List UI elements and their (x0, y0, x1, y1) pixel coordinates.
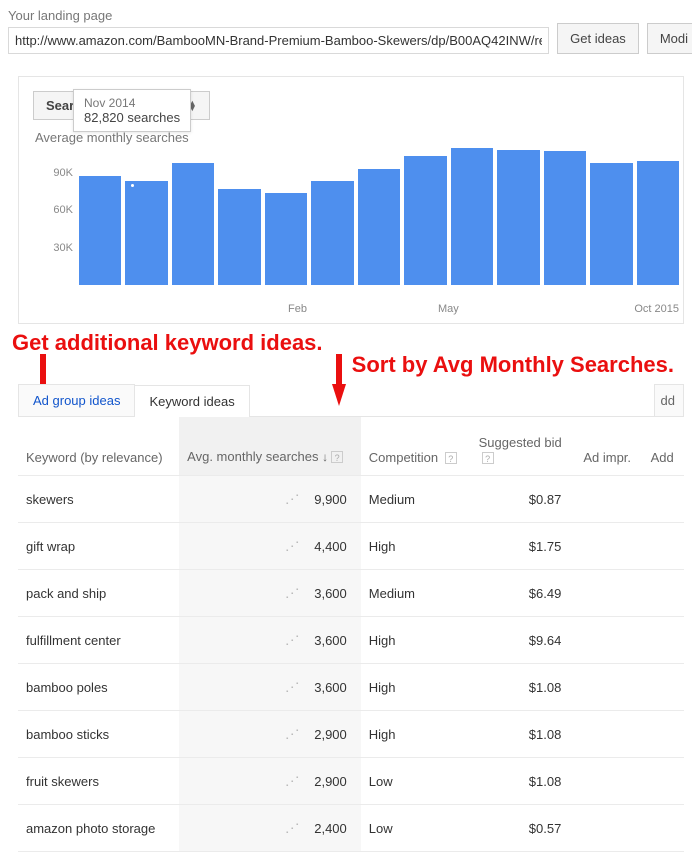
col-keyword[interactable]: Keyword (by relevance) (18, 417, 179, 476)
competition-cell: Low (361, 758, 471, 805)
x-tick: Feb (288, 303, 307, 315)
trend-icon[interactable]: ⋰ (285, 727, 300, 741)
col-ad-impr[interactable]: Ad impr. (575, 417, 642, 476)
trend-icon[interactable]: ⋰ (285, 539, 300, 553)
chart-bar[interactable] (79, 176, 121, 285)
x-tick: Oct 2015 (634, 303, 679, 315)
help-icon[interactable]: ? (331, 451, 343, 463)
help-icon[interactable]: ? (482, 452, 494, 464)
chart-bar[interactable] (637, 161, 679, 285)
chart-bar[interactable] (218, 189, 260, 285)
y-tick: 30K (53, 242, 73, 254)
keyword-cell[interactable]: bamboo sticks (26, 727, 109, 742)
competition-cell: Low (361, 805, 471, 852)
competition-cell: High (361, 711, 471, 758)
keyword-cell[interactable]: fruit skewers (26, 774, 99, 789)
keyword-cell[interactable]: bamboo poles (26, 680, 108, 695)
chart-bar[interactable] (404, 156, 446, 285)
trend-icon[interactable]: ⋰ (285, 774, 300, 788)
competition-cell: High (361, 523, 471, 570)
modify-search-button[interactable]: Modi (647, 23, 692, 54)
table-row: skewers⋰ 9,900Medium$0.87 (18, 476, 684, 523)
landing-page-label: Your landing page (8, 8, 549, 23)
trend-icon[interactable]: ⋰ (285, 586, 300, 600)
competition-cell: High (361, 664, 471, 711)
table-row: bamboo poles⋰ 3,600High$1.08 (18, 664, 684, 711)
chart-bar[interactable] (265, 193, 307, 286)
col-add[interactable]: Add (643, 417, 684, 476)
y-tick: 60K (53, 204, 73, 216)
add-all-button[interactable]: dd (654, 384, 684, 416)
chart-card: Search volume trends ▲▼ Average monthly … (18, 76, 684, 324)
landing-page-input[interactable] (8, 27, 549, 54)
table-row: fruit skewers⋰ 2,900Low$1.08 (18, 758, 684, 805)
keyword-cell[interactable]: skewers (26, 492, 74, 507)
keyword-cell[interactable]: fulfillment center (26, 633, 121, 648)
chart-bar[interactable] (497, 150, 539, 285)
tab-ad-group-ideas[interactable]: Ad group ideas (18, 384, 135, 416)
bid-cell: $6.49 (471, 570, 576, 617)
bid-cell: $1.08 (471, 664, 576, 711)
sort-desc-icon: ↓ (322, 450, 328, 464)
chart-bar[interactable] (311, 181, 353, 285)
col-suggested-bid[interactable]: Suggested bid? (471, 417, 576, 476)
bid-cell: $1.08 (471, 711, 576, 758)
chart-tooltip: Nov 2014 82,820 searches (73, 89, 191, 132)
table-row: bamboo sticks⋰ 2,900High$1.08 (18, 711, 684, 758)
table-row: gift wrap⋰ 4,400High$1.75 (18, 523, 684, 570)
help-icon[interactable]: ? (445, 452, 457, 464)
y-tick: 90K (53, 167, 73, 179)
chart-bar[interactable] (590, 163, 632, 286)
trend-icon[interactable]: ⋰ (285, 633, 300, 647)
table-row: pack and ship⋰ 3,600Medium$6.49 (18, 570, 684, 617)
bid-cell: $0.57 (471, 805, 576, 852)
chart-subtitle: Average monthly searches (35, 130, 683, 145)
get-ideas-button[interactable]: Get ideas (557, 23, 639, 54)
keyword-cell[interactable]: pack and ship (26, 586, 106, 601)
chart-bar[interactable] (358, 169, 400, 285)
table-row: amazon photo storage⋰ 2,400Low$0.57 (18, 805, 684, 852)
chart-area: 90K 60K 30K Feb May Oct 2015 (33, 135, 683, 315)
chart-bar[interactable] (451, 148, 493, 286)
keyword-table: Keyword (by relevance) Avg. monthly sear… (18, 417, 684, 852)
chart-bar[interactable] (172, 163, 214, 286)
keyword-cell[interactable]: gift wrap (26, 539, 75, 554)
tooltip-value: 82,820 searches (84, 110, 180, 125)
competition-cell: Medium (361, 476, 471, 523)
col-competition[interactable]: Competition ? (361, 417, 471, 476)
bid-cell: $0.87 (471, 476, 576, 523)
trend-icon[interactable]: ⋰ (285, 680, 300, 694)
bid-cell: $1.75 (471, 523, 576, 570)
tab-keyword-ideas[interactable]: Keyword ideas (134, 385, 249, 417)
table-row: fulfillment center⋰ 3,600High$9.64 (18, 617, 684, 664)
x-tick: May (438, 303, 459, 315)
competition-cell: High (361, 617, 471, 664)
bid-cell: $1.08 (471, 758, 576, 805)
competition-cell: Medium (361, 570, 471, 617)
hover-marker (129, 182, 136, 189)
chart-bar[interactable] (544, 151, 586, 285)
tooltip-date: Nov 2014 (84, 96, 180, 110)
chart-bar[interactable] (125, 181, 167, 285)
bid-cell: $9.64 (471, 617, 576, 664)
trend-icon[interactable]: ⋰ (285, 492, 300, 506)
col-avg-searches[interactable]: Avg. monthly searches ↓? (179, 417, 361, 476)
